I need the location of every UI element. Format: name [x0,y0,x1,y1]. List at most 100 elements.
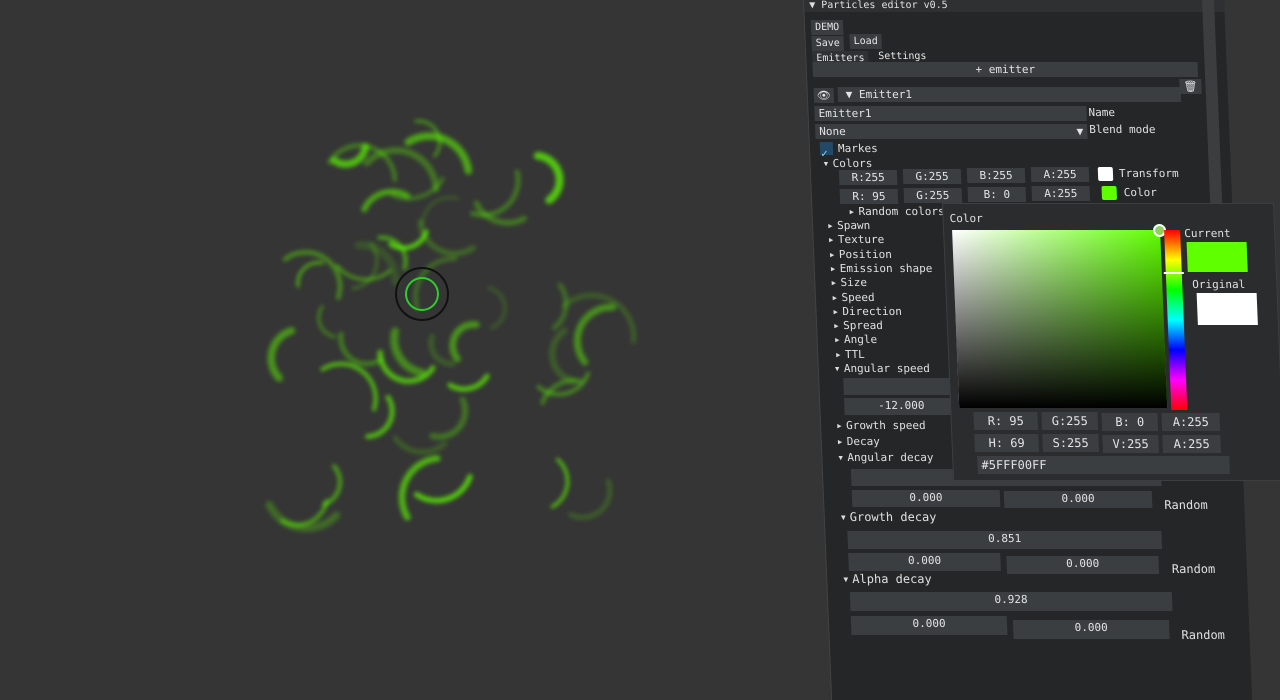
alpha-decay-section[interactable]: ▾ Alpha decay [842,572,932,586]
chevron-down-icon: ▼ [1076,125,1084,138]
particle [390,327,426,377]
colors-section[interactable]: ▾ Colors [822,157,872,170]
collapsed-arrow-icon: ▸ [835,419,843,432]
section-label: Angle [843,333,878,347]
transform-a-field[interactable]: A:255 [1030,167,1090,182]
picker-b-field[interactable]: B: 0 [1101,413,1159,431]
visibility-eye-icon[interactable]: 👁 [813,88,835,103]
transform-r-field[interactable]: R:255 [838,170,898,185]
angular-decay-max-field[interactable]: 0.000 [1003,491,1153,508]
particle [568,478,613,520]
trash-icon[interactable]: 🗑 [1179,79,1202,94]
angular-speed-value-field[interactable]: -12.000 [843,398,959,415]
original-color-swatch[interactable] [1196,293,1258,325]
alpha-decay-label: Alpha decay [851,572,933,586]
angular-decay-min-field[interactable]: 0.000 [851,490,1001,507]
section-direction[interactable]: ▸ Direction [832,305,902,318]
transform-swatch[interactable] [1097,167,1114,181]
particle [335,264,392,281]
alpha-decay-value-field[interactable]: 0.928 [849,592,1173,611]
section-speed[interactable]: ▸ Speed [831,291,875,304]
section-ttl[interactable]: ▸ TTL [835,348,865,361]
picker-a-field[interactable]: A:255 [1161,413,1221,431]
angular-decay-section[interactable]: ▾ Angular decay [837,451,934,464]
name-input[interactable]: Emitter1 [814,106,1087,121]
section-size[interactable]: ▸ Size [830,276,867,289]
name-label: Name [1088,106,1116,119]
particle [550,457,570,509]
section-texture[interactable]: ▸ Texture [828,233,885,246]
picker-g-field[interactable]: G:255 [1041,412,1099,430]
collapse-arrow-icon[interactable]: ▼ [809,0,815,11]
growth-speed-label: Growth speed [845,419,926,432]
particle [417,219,476,257]
random-colors-section[interactable]: ▸ Random colors [848,205,945,218]
picker-title: Color [949,212,984,225]
load-button[interactable]: Load [849,34,883,49]
expanded-arrow-icon: ▾ [839,510,848,524]
particle [267,327,296,382]
transform-g-field[interactable]: G:255 [902,169,962,184]
picker-r-field[interactable]: R: 95 [973,412,1039,430]
growth-decay-min-field[interactable]: 0.000 [848,553,1001,571]
picker-s-field[interactable]: S:255 [1042,434,1100,452]
growth-speed-section[interactable]: ▸ Growth speed [836,419,926,432]
current-color-swatch [1186,242,1248,272]
hue-marker[interactable] [1163,272,1184,274]
particle [420,196,460,226]
demo-button[interactable]: DEMO [810,20,844,35]
saturation-value-square[interactable] [952,224,1168,408]
window-titlebar[interactable]: ▼ Particles editor v0.5 [804,0,1225,12]
section-label: Spawn [836,219,871,232]
collapse-arrow-icon: ▼ [845,88,853,101]
color-b-field[interactable]: B: 0 [967,187,1027,202]
alpha-decay-max-field[interactable]: 0.000 [1012,620,1170,639]
particle [414,473,473,504]
particle [447,373,490,392]
color-a-field[interactable]: A:255 [1031,186,1091,201]
transform-b-field[interactable]: B:255 [966,168,1026,183]
particle [365,394,395,439]
growth-decay-max-field[interactable]: 0.000 [1006,556,1160,574]
emitter-marker-inner [405,277,439,311]
angular-speed-placeholder-field[interactable] [843,378,958,395]
color-r-field[interactable]: R: 95 [839,189,899,204]
particle [363,147,440,193]
picker-v-field[interactable]: V:255 [1102,435,1160,453]
blend-mode-value: None [819,125,847,138]
particle [398,455,441,521]
window-title: Particles editor v0.5 [821,0,948,11]
color-g-field[interactable]: G:255 [903,188,963,203]
hue-slider[interactable] [1163,230,1188,410]
particle [428,333,456,367]
expanded-arrow-icon: ▾ [833,362,841,375]
picker-h-field[interactable]: H: 69 [974,434,1040,452]
decay-section[interactable]: ▸ Decay [836,435,880,448]
blend-mode-select[interactable]: None ▼ [814,124,1088,139]
angular-speed-section[interactable]: ▾ Angular speed [834,362,931,375]
markes-label: Markes [837,142,878,155]
growth-decay-value-field[interactable]: 0.851 [847,531,1163,549]
growth-decay-section[interactable]: ▾ Growth decay [839,510,936,524]
add-emitter-button[interactable]: + emitter [812,62,1199,77]
colors-label: Colors [832,157,873,170]
decay-label: Decay [846,435,881,448]
color-swatch[interactable] [1101,186,1118,200]
section-spawn[interactable]: ▸ Spawn [827,219,871,232]
section-spread[interactable]: ▸ Spread [833,319,883,332]
picker-hex-field[interactable]: #5FFF00FF [977,456,1230,474]
collapsed-arrow-icon: ▸ [836,435,844,448]
particle [282,250,343,301]
section-angle[interactable]: ▸ Angle [834,333,878,346]
markes-checkbox[interactable]: ✓ [819,142,834,160]
save-button[interactable]: Save [811,36,845,51]
collapsed-arrow-icon: ▸ [831,290,839,304]
particle [321,464,343,507]
section-position[interactable]: ▸ Position [829,248,893,261]
particle [361,188,411,213]
section-emission-shape[interactable]: ▸ Emission shape [829,262,932,275]
emitter-header[interactable]: ▼ Emitter1 [837,87,1182,102]
alpha-decay-min-field[interactable]: 0.000 [850,616,1008,635]
collapsed-arrow-icon: ▸ [829,261,837,275]
picker-a2-field[interactable]: A:255 [1162,435,1222,453]
